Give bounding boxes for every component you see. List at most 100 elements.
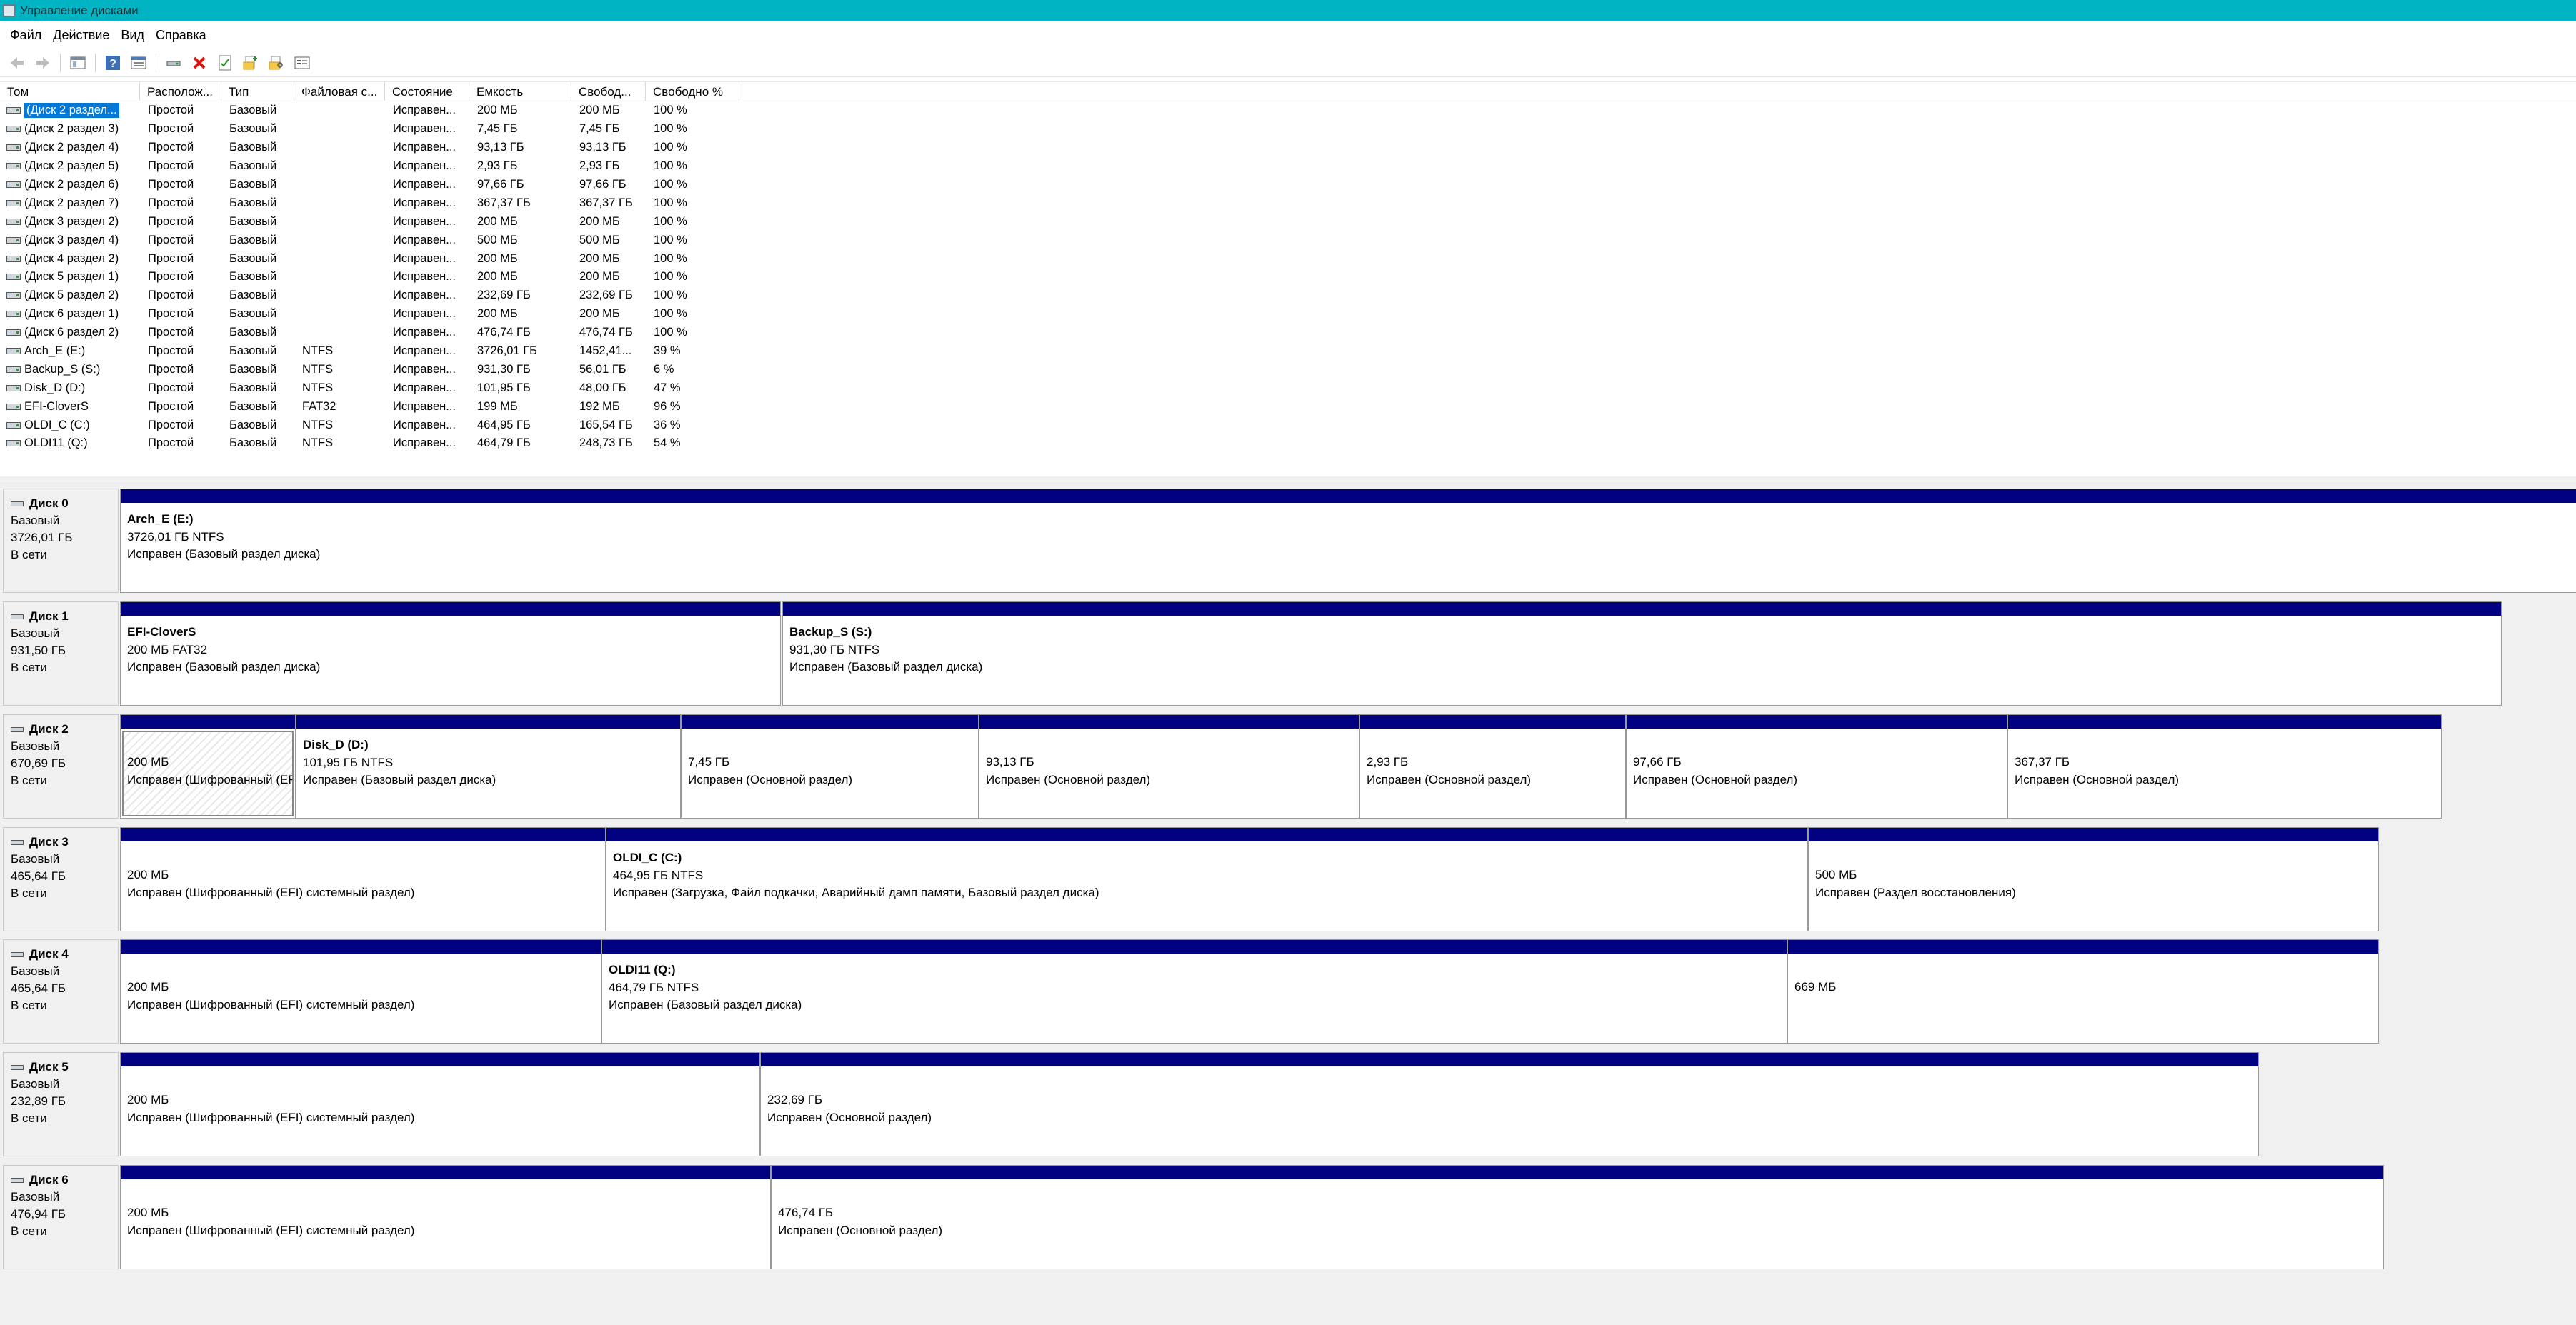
partition-block[interactable]: Arch_E (E:) 3726,01 ГБ NTFS Исправен (Базо… — [120, 489, 2576, 593]
volume-name: (Диск 2 раздел 3) — [24, 122, 119, 136]
column-header-layout[interactable]: Располож... — [140, 82, 221, 101]
partition-block[interactable]: 200 МБ Исправен (Шифрованный (EFI) систем… — [120, 827, 606, 931]
table-cell: Базовый — [229, 196, 277, 209]
column-header-volume[interactable]: Том — [0, 82, 140, 101]
volume-icon — [6, 403, 21, 410]
table-row[interactable]: (Диск 3 раздел 4) Простой Базовый Исправен.… — [0, 231, 2576, 249]
volume-icon — [6, 199, 21, 206]
search-folder-icon[interactable] — [267, 54, 286, 72]
help-icon[interactable]: ? — [104, 54, 122, 72]
partition-block[interactable]: 2,93 ГБ Исправен (Основной раздел) — [1359, 714, 1626, 819]
partition-block[interactable]: 7,45 ГБ Исправен (Основной раздел) — [681, 714, 979, 819]
table-row[interactable]: EFI-CloverS Простой Базовый FAT32 Исправен..… — [0, 397, 2576, 416]
delete-icon[interactable] — [190, 54, 209, 72]
partition-block[interactable]: Disk_D (D:) 101,95 ГБ NTFS Исправен (Базов… — [296, 714, 681, 819]
partition-content: 200 МБ Исправен (Шифрованный (EFI) систем… — [127, 979, 598, 1014]
table-row[interactable]: (Диск 3 раздел 2) Простой Базовый Исправен.… — [0, 212, 2576, 231]
volume-name: Disk_D (D:) — [24, 381, 86, 394]
column-header-free-space[interactable]: Свобод... — [571, 82, 646, 101]
partition-type-bar — [1788, 940, 2378, 954]
table-row[interactable]: (Диск 2 раздел 3) Простой Базовый Исправен.… — [0, 120, 2576, 139]
list-view-icon[interactable] — [129, 54, 148, 72]
table-row[interactable]: OLDI_C (C:) Простой Базовый NTFS Исправен...… — [0, 416, 2576, 434]
properties-icon[interactable] — [216, 54, 234, 72]
table-cell: Исправен... — [393, 196, 456, 209]
table-row[interactable]: (Диск 5 раздел 2) Простой Базовый Исправен.… — [0, 286, 2576, 305]
column-header-free-percent[interactable]: Свободно % — [646, 82, 739, 101]
column-header-type[interactable]: Тип — [221, 82, 294, 101]
table-row[interactable]: OLDI11 (Q:) Простой Базовый NTFS Исправен...… — [0, 434, 2576, 453]
table-row[interactable]: (Диск 2 раздел 7) Простой Базовый Исправен.… — [0, 194, 2576, 212]
table-cell: 101,95 ГБ — [477, 381, 531, 394]
partition-size: 3726,01 ГБ NTFS — [127, 529, 224, 544]
partition-block[interactable]: EFI-CloverS 200 МБ FAT32 Исправен (Базовый… — [120, 601, 781, 706]
disk-info-panel[interactable]: Диск 3 Базовый 465,64 ГБ В сети — [3, 827, 119, 931]
folder-open-icon[interactable] — [241, 54, 260, 72]
partition-block[interactable]: 200 МБ Исправен (Шифрованный (EFI) систем… — [120, 1165, 771, 1269]
table-row[interactable]: (Диск 2 раздел 4) Простой Базовый Исправен.… — [0, 139, 2576, 157]
disk-size: 931,50 ГБ — [11, 644, 66, 657]
table-cell: FAT32 — [302, 399, 336, 413]
partition-type-bar — [979, 715, 1359, 729]
partition-block[interactable]: OLDI11 (Q:) 464,79 ГБ NTFS Исправен (Базов… — [601, 939, 1787, 1044]
disk-name: Диск 2 — [11, 721, 111, 738]
partition-block[interactable]: 200 МБ Исправен (Шифрованный (EFI) систем… — [120, 939, 601, 1044]
disk-info-panel[interactable]: Диск 2 Базовый 670,69 ГБ В сети — [3, 714, 119, 819]
table-cell: Простой — [148, 214, 194, 228]
disk-name-label: Диск 6 — [29, 1173, 69, 1186]
disk-info-panel[interactable]: Диск 6 Базовый 476,94 ГБ В сети — [3, 1165, 119, 1269]
disk-row: Диск 5 Базовый 232,89 ГБ В сети 200 МБ Исправ… — [0, 1052, 2576, 1156]
partition-block[interactable]: 500 МБ Исправен (Раздел восстановления) — [1808, 827, 2379, 931]
table-row[interactable]: Disk_D (D:) Простой Базовый NTFS Исправен...… — [0, 379, 2576, 397]
table-row[interactable]: (Диск 6 раздел 2) Простой Базовый Исправен.… — [0, 324, 2576, 342]
table-row[interactable]: (Диск 2 раздел... Простой Базовый Исправен.… — [0, 101, 2576, 120]
menu-view[interactable]: Вид — [121, 28, 144, 43]
partition-block[interactable]: 200 МБ Исправен (Шифрованный (EFI) систем… — [120, 714, 296, 819]
partition-block[interactable]: 200 МБ Исправен (Шифрованный (EFI) систем… — [120, 1052, 760, 1156]
disk-type: Базовый — [11, 1190, 60, 1204]
partition-block[interactable]: 93,13 ГБ Исправен (Основной раздел) — [979, 714, 1359, 819]
column-header-capacity[interactable]: Емкость — [469, 82, 571, 101]
settings-icon[interactable] — [293, 54, 311, 72]
table-cell: Базовый — [229, 159, 277, 173]
menu-action[interactable]: Действие — [53, 28, 109, 43]
back-arrow-icon[interactable] — [8, 54, 26, 72]
partition-block[interactable]: OLDI_C (C:) 464,95 ГБ NTFS Исправен (Загру… — [606, 827, 1808, 931]
table-row[interactable]: (Диск 2 раздел 5) Простой Базовый Исправен.… — [0, 157, 2576, 176]
volume-name: Arch_E (E:) — [24, 344, 86, 358]
table-row[interactable]: Arch_E (E:) Простой Базовый NTFS Исправен...… — [0, 342, 2576, 361]
disk-info-panel[interactable]: Диск 4 Базовый 465,64 ГБ В сети — [3, 939, 119, 1044]
table-row[interactable]: (Диск 5 раздел 1) Простой Базовый Исправен.… — [0, 268, 2576, 286]
console-tree-icon[interactable] — [69, 54, 87, 72]
partition-content: OLDI_C (C:) 464,95 ГБ NTFS Исправен (Загру… — [613, 849, 1804, 902]
table-row[interactable]: (Диск 2 раздел 6) Простой Базовый Исправен.… — [0, 176, 2576, 194]
table-cell: 100 % — [654, 178, 687, 191]
partition-block[interactable]: Backup_S (S:) 931,30 ГБ NTFS Исправен (Баз… — [782, 601, 2502, 706]
partition-block[interactable]: 669 МБ — [1787, 939, 2379, 1044]
partition-block[interactable]: 97,66 ГБ Исправен (Основной раздел) — [1626, 714, 2007, 819]
table-cell: 54 % — [654, 436, 681, 450]
disk-info-panel[interactable]: Диск 1 Базовый 931,50 ГБ В сети — [3, 601, 119, 706]
column-header-filesystem[interactable]: Файловая с... — [294, 82, 385, 101]
volume-name-cell: Disk_D (D:) — [0, 381, 140, 395]
disk-info-panel[interactable]: Диск 0 Базовый 3726,01 ГБ В сети — [3, 489, 119, 593]
table-cell: Базовый — [229, 178, 277, 191]
table-cell: 96 % — [654, 399, 681, 413]
partition-block[interactable]: 232,69 ГБ Исправен (Основной раздел) — [760, 1052, 2259, 1156]
menu-file[interactable]: Файл — [10, 28, 41, 43]
partition-block[interactable]: 367,37 ГБ Исправен (Основной раздел) — [2007, 714, 2442, 819]
connect-disk-icon[interactable] — [164, 54, 183, 72]
pane-splitter[interactable] — [0, 476, 2576, 481]
disk-graphical-view: Диск 0 Базовый 3726,01 ГБ В сети Arch_E (E:)… — [0, 481, 2576, 1325]
forward-arrow-icon[interactable] — [34, 54, 52, 72]
table-cell: Исправен... — [393, 214, 456, 228]
table-row[interactable]: Backup_S (S:) Простой Базовый NTFS Исправен.… — [0, 360, 2576, 379]
menu-help[interactable]: Справка — [156, 28, 206, 43]
partition-block[interactable]: 476,74 ГБ Исправен (Основной раздел) — [771, 1165, 2384, 1269]
table-row[interactable]: (Диск 6 раздел 1) Простой Базовый Исправен.… — [0, 305, 2576, 324]
disk-size: 3726,01 ГБ — [11, 531, 73, 544]
disk-info-panel[interactable]: Диск 5 Базовый 232,89 ГБ В сети — [3, 1052, 119, 1156]
partition-status: Исправен (Основной раздел) — [778, 1223, 943, 1237]
table-row[interactable]: (Диск 4 раздел 2) Простой Базовый Исправен.… — [0, 249, 2576, 268]
column-header-status[interactable]: Состояние — [385, 82, 469, 101]
